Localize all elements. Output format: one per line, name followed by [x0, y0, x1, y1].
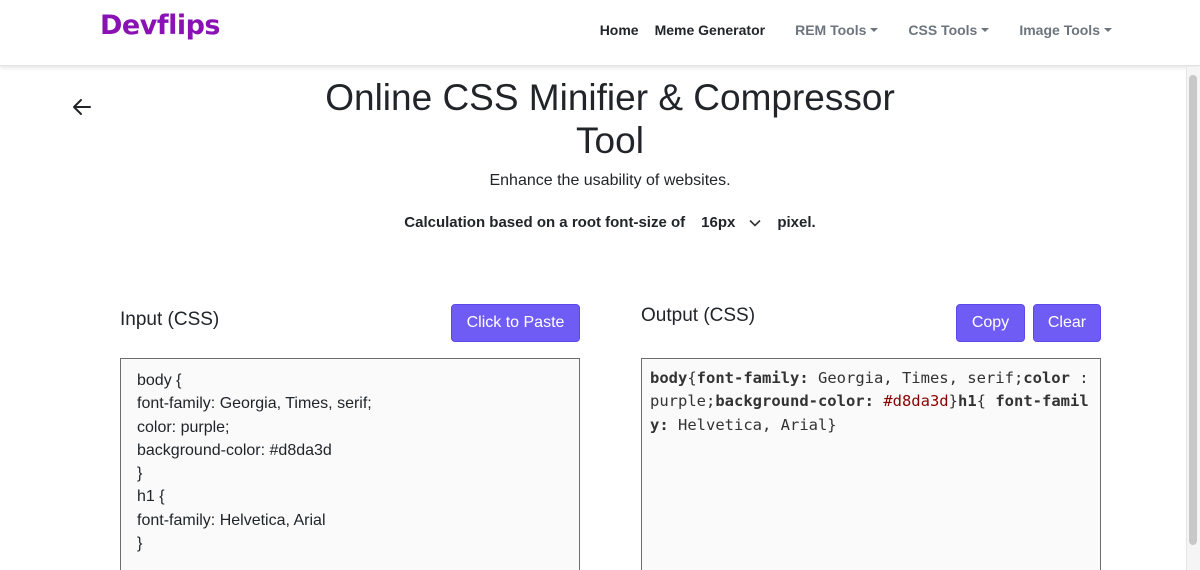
nav-links: Home Meme Generator REM Tools CSS Tools …: [592, 22, 1120, 38]
css-input-textarea[interactable]: body { font-family: Georgia, Times, seri…: [120, 358, 580, 570]
paste-button[interactable]: Click to Paste: [451, 304, 580, 342]
input-line: font-family: Georgia, Times, serif;: [137, 395, 372, 413]
input-line: }: [137, 535, 143, 553]
page-subtitle: Enhance the usability of websites.: [489, 172, 731, 189]
input-line: h1 {: [137, 488, 165, 506]
nav-image-tools[interactable]: Image Tools: [1011, 22, 1120, 38]
page-title: Online CSS Minifier & Compressor Tool: [310, 76, 910, 162]
input-line: body {: [137, 372, 182, 389]
input-line: font-family: Helvetica, Arial: [137, 511, 326, 529]
output-token: }: [948, 392, 958, 411]
copy-button[interactable]: Copy: [956, 304, 1025, 342]
output-token: {: [976, 392, 996, 411]
nav-home[interactable]: Home: [592, 22, 647, 38]
output-token: background-color:: [715, 392, 874, 411]
output-token: body: [650, 369, 688, 387]
output-token: color: [1023, 369, 1070, 387]
input-label: Input (CSS): [120, 309, 220, 330]
nav-meme-generator[interactable]: Meme Generator: [647, 22, 773, 38]
nav-css-tools[interactable]: CSS Tools: [900, 22, 997, 38]
navbar: Devflips Home Meme Generator REM Tools C…: [0, 0, 1200, 66]
scrollbar-thumb[interactable]: [1189, 75, 1197, 545]
output-token: {: [687, 369, 697, 387]
output-label: Output (CSS): [641, 305, 756, 326]
clear-button[interactable]: Clear: [1033, 304, 1101, 342]
input-line: background-color: #d8da3d: [137, 441, 332, 459]
root-font-size-row: Calculation based on a root font-size of…: [300, 214, 920, 231]
font-size-select[interactable]: 16px: [695, 214, 767, 231]
output-token: Helvetica, Arial}: [668, 415, 837, 434]
output-token: font-family:: [696, 369, 809, 387]
chevron-down-icon: [749, 219, 761, 227]
output-token: [874, 392, 883, 410]
arrow-left-icon[interactable]: [70, 95, 94, 119]
calc-prefix: Calculation based on a root font-size of: [404, 214, 686, 231]
output-token: #d8da3d: [883, 392, 949, 411]
page-title-line-2: Tool: [576, 120, 644, 161]
logo[interactable]: Devflips: [100, 10, 220, 41]
input-line: }: [137, 465, 143, 483]
nav-rem-tools[interactable]: REM Tools: [787, 22, 886, 38]
css-output-text: body{font-family: Georgia, Times, serif;…: [650, 367, 1092, 437]
output-token: h1: [957, 392, 977, 411]
page-scrollbar[interactable]: [1186, 67, 1200, 570]
input-line: color: purple;: [137, 418, 230, 436]
css-output-area[interactable]: body{font-family: Georgia, Times, serif;…: [641, 358, 1101, 570]
calc-suffix: pixel.: [777, 214, 816, 231]
page-title-line-1: Online CSS Minifier & Compressor: [325, 77, 895, 118]
font-size-value: 16px: [701, 214, 736, 231]
output-token: Georgia, Times, serif;: [808, 369, 1024, 387]
